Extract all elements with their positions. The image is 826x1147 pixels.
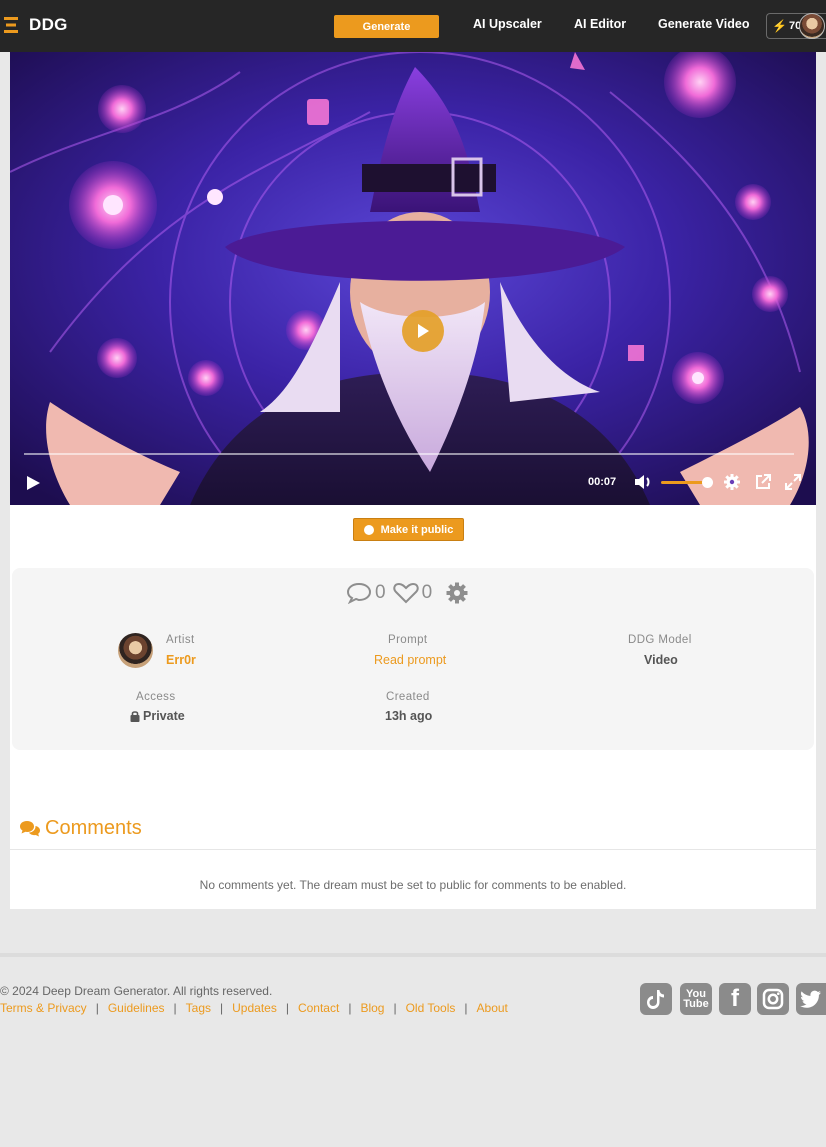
video-player[interactable]: 00:07 bbox=[10, 52, 816, 505]
facebook-icon[interactable]: f bbox=[719, 983, 751, 1015]
fullscreen-icon[interactable] bbox=[784, 473, 802, 491]
footer-link-terms[interactable]: Terms & Privacy bbox=[0, 1001, 87, 1015]
prompt-label: Prompt bbox=[388, 634, 428, 646]
nav-generate-video[interactable]: Generate Video bbox=[658, 17, 749, 31]
footer-link-guidelines[interactable]: Guidelines bbox=[108, 1001, 165, 1015]
make-public-button[interactable]: Make it public bbox=[353, 518, 464, 541]
footer-link-about[interactable]: About bbox=[477, 1001, 508, 1015]
play-icon[interactable] bbox=[24, 474, 42, 492]
big-play-button[interactable] bbox=[402, 310, 444, 352]
dream-info-panel: 0 0 Artist Err0r Prompt Read prompt DDG … bbox=[12, 568, 814, 750]
gear-icon[interactable] bbox=[723, 473, 741, 491]
comments-heading: Comments bbox=[19, 817, 142, 840]
created-value: 13h ago bbox=[385, 709, 433, 723]
access-value: Private bbox=[130, 709, 185, 723]
top-navbar: DDG Generate AI Upscaler AI Editor Gener… bbox=[0, 0, 826, 52]
play-icon bbox=[418, 324, 429, 338]
comments-title: Comments bbox=[45, 817, 142, 839]
comment-icon[interactable] bbox=[346, 582, 372, 604]
footer-links: Terms & Privacy | Guidelines | Tags | Updat… bbox=[0, 1001, 508, 1015]
no-comments-message: No comments yet. The dream must be set t… bbox=[199, 878, 627, 892]
instagram-icon[interactable] bbox=[757, 983, 789, 1015]
footer-divider bbox=[0, 953, 826, 957]
twitter-icon[interactable] bbox=[796, 983, 826, 1015]
model-label: DDG Model bbox=[628, 634, 692, 646]
stats-row: 0 0 bbox=[346, 581, 469, 605]
nav-ai-editor[interactable]: AI Editor bbox=[574, 17, 626, 31]
created-label: Created bbox=[386, 691, 430, 703]
logo[interactable]: DDG bbox=[0, 14, 68, 36]
read-prompt-link[interactable]: Read prompt bbox=[374, 653, 446, 667]
access-text: Private bbox=[143, 709, 185, 723]
lock-icon bbox=[130, 711, 140, 722]
footer-link-tags[interactable]: Tags bbox=[186, 1001, 211, 1015]
like-count: 0 bbox=[421, 582, 433, 603]
gear-icon[interactable] bbox=[445, 581, 469, 605]
popout-icon[interactable] bbox=[754, 473, 772, 491]
youtube-icon[interactable]: You Tube bbox=[680, 983, 712, 1015]
nav-ai-upscaler[interactable]: AI Upscaler bbox=[473, 17, 542, 31]
copyright-text: © 2024 Deep Dream Generator. All rights … bbox=[0, 984, 273, 998]
volume-icon[interactable] bbox=[633, 473, 653, 491]
footer-link-old-tools[interactable]: Old Tools bbox=[406, 1001, 456, 1015]
logo-icon bbox=[0, 14, 22, 36]
access-label: Access bbox=[136, 691, 176, 703]
comment-count: 0 bbox=[375, 582, 386, 603]
footer-link-updates[interactable]: Updates bbox=[232, 1001, 277, 1015]
video-time: 00:07 bbox=[588, 476, 617, 488]
comments-divider bbox=[10, 849, 816, 850]
artist-name-link[interactable]: Err0r bbox=[166, 653, 196, 667]
logo-text: DDG bbox=[29, 15, 68, 34]
comments-icon bbox=[20, 820, 40, 836]
artist-label: Artist bbox=[166, 634, 195, 646]
footer-link-contact[interactable]: Contact bbox=[298, 1001, 339, 1015]
volume-knob[interactable] bbox=[702, 477, 713, 488]
user-avatar[interactable] bbox=[799, 13, 825, 39]
video-frame-wizard-artwork bbox=[10, 52, 816, 505]
globe-icon bbox=[363, 524, 374, 535]
lightning-icon: ⚡ bbox=[772, 19, 787, 33]
video-progress-bar[interactable] bbox=[24, 453, 794, 455]
heart-icon[interactable] bbox=[392, 582, 419, 604]
make-public-label: Make it public bbox=[380, 523, 454, 536]
footer-link-blog[interactable]: Blog bbox=[360, 1001, 384, 1015]
model-value: Video bbox=[644, 653, 678, 667]
tiktok-icon[interactable] bbox=[640, 983, 672, 1015]
artist-avatar[interactable] bbox=[118, 633, 153, 668]
generate-button[interactable]: Generate bbox=[334, 15, 439, 38]
